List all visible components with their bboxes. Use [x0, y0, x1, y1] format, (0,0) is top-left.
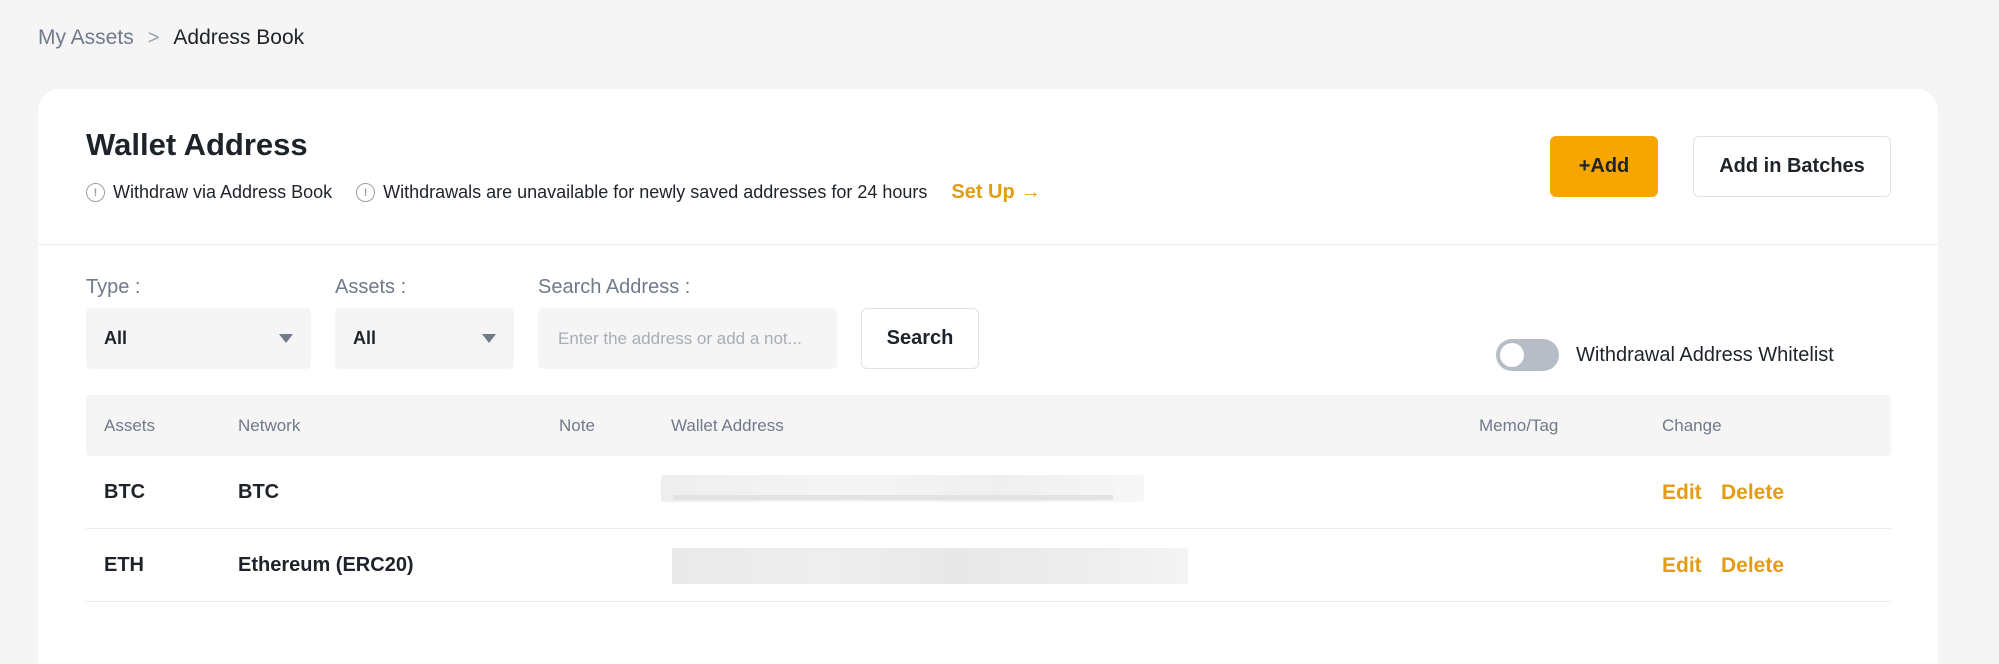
- edit-button[interactable]: Edit: [1662, 529, 1702, 602]
- address-table: Assets Network Note Wallet Address Memo/…: [86, 395, 1891, 602]
- wallet-address-redacted: [672, 548, 1188, 584]
- type-select-value: All: [104, 328, 128, 348]
- note-address-book: ! Withdraw via Address Book: [86, 182, 332, 203]
- breadcrumb: My Assets > Address Book: [38, 26, 304, 50]
- add-button[interactable]: +Add: [1550, 136, 1658, 197]
- note-24-hours: ! Withdrawals are unavailable for newly …: [356, 182, 927, 203]
- add-in-batches-button[interactable]: Add in Batches: [1693, 136, 1891, 197]
- delete-button[interactable]: Delete: [1721, 456, 1784, 529]
- card-header: Wallet Address ! Withdraw via Address Bo…: [38, 89, 1938, 245]
- column-header-change: Change: [1662, 416, 1722, 435]
- caret-down-icon: [279, 334, 293, 343]
- whitelist-toggle[interactable]: [1496, 339, 1559, 371]
- chevron-right-icon: >: [147, 26, 160, 49]
- assets-select-value: All: [353, 328, 377, 348]
- note-text: Withdraw via Address Book: [113, 182, 333, 202]
- search-address-input[interactable]: [538, 308, 837, 369]
- row-network: Ethereum (ERC20): [238, 554, 414, 576]
- breadcrumb-my-assets[interactable]: My Assets: [38, 26, 134, 50]
- arrow-right-icon: →: [1020, 181, 1041, 203]
- toggle-knob: [1500, 343, 1524, 367]
- row-asset: BTC: [104, 481, 146, 503]
- table-row: ETH Ethereum (ERC20) Edit Delete: [86, 529, 1891, 602]
- whitelist-label: Withdrawal Address Whitelist: [1576, 343, 1834, 366]
- row-network: BTC: [238, 481, 280, 503]
- info-circle-icon: !: [86, 183, 105, 202]
- search-address-label: Search Address :: [538, 276, 691, 298]
- setup-link-label: Set Up: [951, 181, 1015, 203]
- table-header: Assets Network Note Wallet Address Memo/…: [86, 395, 1891, 456]
- delete-button[interactable]: Delete: [1721, 529, 1784, 602]
- setup-link[interactable]: Set Up →: [951, 181, 1040, 204]
- assets-filter-label: Assets :: [335, 276, 407, 298]
- notes-row: ! Withdraw via Address Book ! Withdrawal…: [86, 181, 1041, 204]
- breadcrumb-address-book: Address Book: [173, 26, 305, 49]
- assets-select[interactable]: All: [335, 308, 514, 369]
- caret-down-icon: [482, 334, 496, 343]
- wallet-address-redacted: [661, 475, 1144, 502]
- type-select[interactable]: All: [86, 308, 311, 369]
- column-header-wallet-address: Wallet Address: [671, 416, 784, 435]
- note-text: Withdrawals are unavailable for newly sa…: [383, 182, 928, 202]
- column-header-assets: Assets: [104, 416, 156, 435]
- edit-button[interactable]: Edit: [1662, 456, 1702, 529]
- info-circle-icon: !: [356, 183, 376, 202]
- redaction-line: [673, 495, 1113, 500]
- page-title: Wallet Address: [86, 127, 308, 162]
- wallet-address-card: Wallet Address ! Withdraw via Address Bo…: [38, 89, 1938, 664]
- column-header-note: Note: [559, 416, 595, 435]
- table-row: BTC BTC Edit Delete: [86, 456, 1891, 529]
- column-header-memo-tag: Memo/Tag: [1479, 416, 1559, 435]
- column-header-network: Network: [238, 416, 301, 435]
- row-asset: ETH: [104, 554, 144, 576]
- type-filter-label: Type :: [86, 276, 141, 298]
- whitelist-toggle-group: Withdrawal Address Whitelist: [1496, 339, 1834, 371]
- search-button[interactable]: Search: [861, 308, 979, 369]
